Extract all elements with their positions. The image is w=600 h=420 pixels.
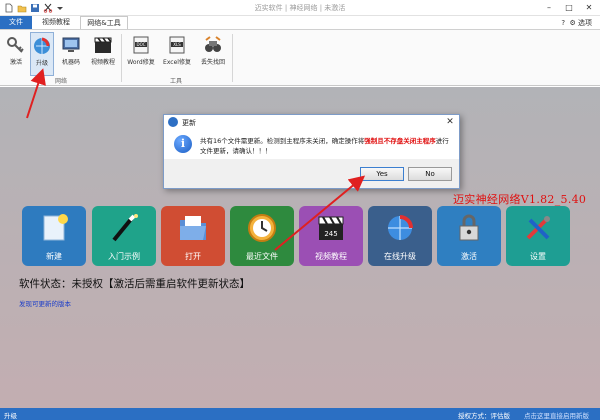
monitor-icon [61, 35, 81, 55]
ribbon-recovery-button[interactable]: 丢失找回 [198, 32, 228, 76]
tile-activate[interactable]: 激活 [437, 206, 501, 266]
tile-recent-files[interactable]: 最近文件 [230, 206, 294, 266]
info-icon: i [174, 135, 192, 153]
clock-icon [246, 212, 278, 244]
key-icon [6, 35, 26, 55]
dialog-body: i 共有16个文件需更新。检测到主程序未关闭，确定操作将强制且不存盘关闭主程序进… [164, 129, 459, 159]
ribbon-activate-label: 激活 [9, 59, 22, 66]
dialog-warning-text: 强制且不存盘关闭主程序 [364, 137, 436, 145]
group-divider [232, 34, 233, 82]
dialog-title: 更新 [182, 119, 196, 127]
ribbon-upgrade-label: 升级 [35, 60, 48, 67]
tile-online-upgrade[interactable]: 在线升级 [368, 206, 432, 266]
upgrade-globe-icon [384, 212, 416, 244]
new-file-icon[interactable] [4, 3, 14, 13]
tile-getting-started[interactable]: 入门示例 [92, 206, 156, 266]
tab-video-tutorial[interactable]: 视频教程 [36, 16, 76, 29]
ribbon-word-repair-button[interactable]: DOC Word修复 [124, 32, 158, 76]
ribbon-word-repair-label: Word修复 [127, 59, 155, 66]
update-available-link[interactable]: 发现可更新的版本 [19, 298, 71, 308]
open-folder-icon[interactable] [17, 3, 27, 13]
tile-open-label: 打开 [185, 252, 201, 261]
cut-icon[interactable] [43, 3, 53, 13]
save-icon[interactable] [30, 3, 40, 13]
ribbon-video-tutorial-button[interactable]: 视频教程 [88, 32, 118, 76]
recovery-icon [203, 35, 223, 55]
tile-activate-label: 激活 [461, 252, 477, 261]
close-icon[interactable]: ✕ [444, 116, 456, 128]
group-label-network: 网络 [54, 78, 67, 85]
tile-video-tutorial-label: 视频教程 [315, 252, 347, 261]
update-icon [168, 117, 178, 127]
no-button[interactable]: No [408, 167, 452, 181]
svg-text:XLS: XLS [173, 42, 181, 47]
dialog-message: 共有16个文件需更新。检测到主程序未关闭，确定操作将强制且不存盘关闭主程序进行文… [200, 136, 455, 156]
tile-settings[interactable]: 设置 [506, 206, 570, 266]
svg-text:245: 245 [324, 230, 337, 238]
upgrade-globe-icon [32, 36, 52, 56]
tile-new-label: 新建 [46, 252, 62, 261]
tab-network-tools[interactable]: 网络&工具 [80, 16, 128, 29]
group-label-tools: 工具 [169, 78, 182, 85]
ribbon-activate-button[interactable]: 激活 [4, 32, 28, 76]
tab-file[interactable]: 文件 [0, 16, 32, 29]
xls-repair-icon: XLS [167, 35, 187, 55]
tile-online-upgrade-label: 在线升级 [384, 252, 416, 261]
update-dialog: 更新 ✕ i 共有16个文件需更新。检测到主程序未关闭，确定操作将强制且不存盘关… [163, 114, 460, 189]
status-bar-auth: 授权方式：评估版 [458, 412, 510, 420]
new-document-icon [38, 212, 70, 244]
tile-video-tutorial[interactable]: 245 视频教程 [299, 206, 363, 266]
tile-settings-label: 设置 [530, 252, 546, 261]
version-label: 迈实神经网络V1.82_5.40 [453, 193, 587, 206]
open-folder-icon [177, 212, 209, 244]
yes-button[interactable]: Yes [360, 167, 404, 181]
dialog-message-text: 共有16个文件需更新。检测到主程序未关闭，确定操作将 [200, 137, 365, 145]
ribbon-excel-repair-button[interactable]: XLS Excel修复 [160, 32, 194, 76]
status-bar-mode: 升级 [4, 412, 17, 420]
tile-getting-started-label: 入门示例 [108, 252, 140, 261]
gear-icon[interactable]: ⚙ [569, 19, 575, 27]
minimize-icon[interactable]: – [540, 2, 558, 14]
svg-text:DOC: DOC [136, 42, 145, 47]
ribbon-excel-repair-label: Excel修复 [163, 59, 191, 66]
tile-open[interactable]: 打开 [161, 206, 225, 266]
close-icon[interactable]: ✕ [580, 2, 598, 14]
options-menu[interactable]: 选项 [578, 19, 592, 27]
maximize-icon[interactable]: □ [560, 2, 578, 14]
ribbon-panel: 激活 升级 机器码 视频教程 网络 DOC Word修复 XLS Excel修复 [0, 29, 600, 86]
ribbon-recovery-label: 丢失找回 [200, 59, 225, 66]
ribbon-machine-code-button[interactable]: 机器码 [58, 32, 84, 76]
title-bar: 迈实软件 | 神经网络 | 未激活 – □ ✕ [0, 0, 600, 16]
magic-wand-icon [108, 212, 140, 244]
ribbon-machine-code-label: 机器码 [61, 59, 80, 66]
ribbon-tabs: 文件 视频教程 网络&工具 ? ⚙ 选项 [0, 16, 600, 29]
tools-icon [522, 212, 554, 244]
clapperboard-icon [93, 35, 113, 55]
software-status: 软件状态：未授权【激活后需重启软件更新状态】 [19, 278, 250, 290]
clapperboard-icon: 245 [315, 212, 347, 244]
ribbon-video-tutorial-label: 视频教程 [90, 59, 115, 66]
status-bar: 升级 授权方式：评估版 点击这里直接启用新版 [0, 408, 600, 420]
dialog-title-bar: 更新 ✕ [164, 115, 459, 129]
lock-key-icon [453, 212, 485, 244]
tile-new[interactable]: 新建 [22, 206, 86, 266]
dropdown-icon[interactable] [55, 3, 65, 13]
window-title: 迈实软件 | 神经网络 | 未激活 [254, 4, 346, 12]
tile-recent-files-label: 最近文件 [246, 252, 278, 261]
help-icon[interactable]: ? [561, 19, 565, 27]
group-divider [121, 34, 122, 82]
ribbon-upgrade-button[interactable]: 升级 [30, 32, 54, 76]
help-options: ? ⚙ 选项 [561, 18, 592, 28]
doc-repair-icon: DOC [131, 35, 151, 55]
status-bar-link[interactable]: 点击这里直接启用新版 [524, 410, 589, 420]
